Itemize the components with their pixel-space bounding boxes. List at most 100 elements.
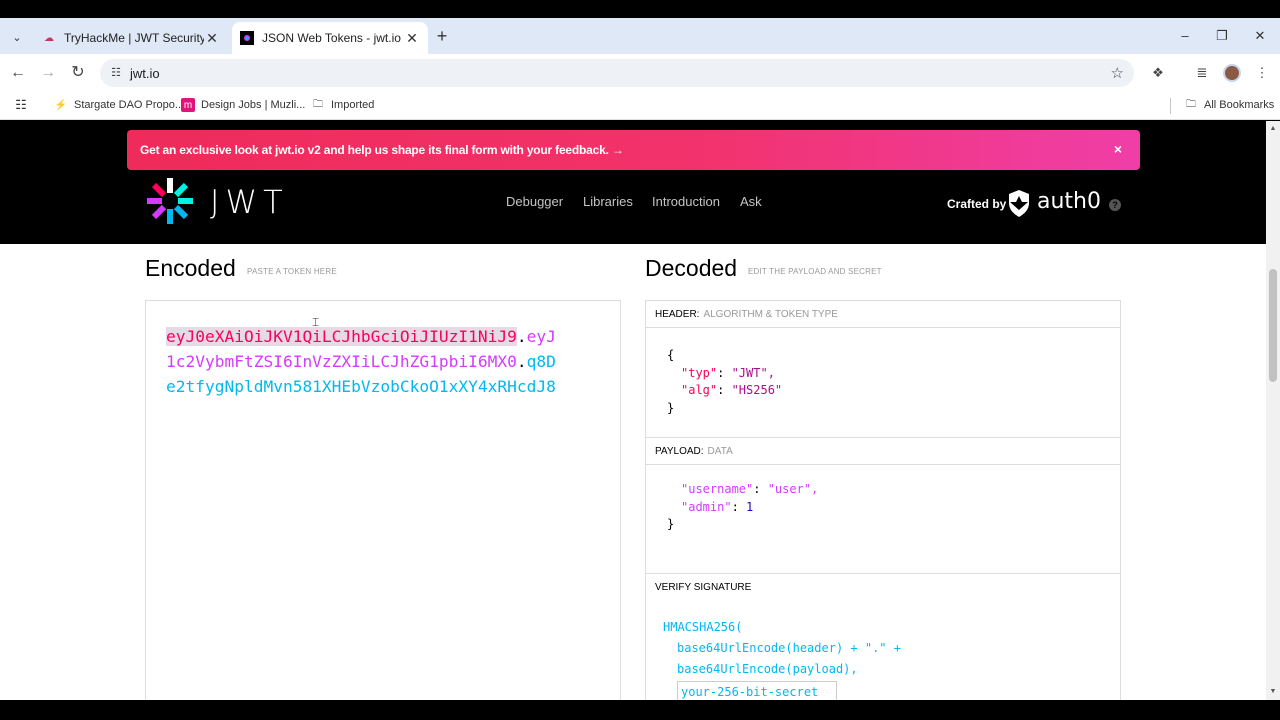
nav-ask[interactable]: Ask: [740, 194, 762, 209]
tab-title: JSON Web Tokens - jwt.io: [262, 31, 401, 45]
cloud-icon: ☁: [44, 32, 54, 44]
bookmarks-bar: ☷ ⚡ Stargate DAO Propo... m Design Jobs …: [0, 92, 1280, 120]
bookmark-item[interactable]: 🗀 Imported: [311, 98, 374, 112]
tab-tryhackme[interactable]: ☁ TryHackMe | JWT Security ✕: [34, 22, 228, 54]
decoded-title: Decoded: [645, 255, 738, 281]
json-brace: }: [667, 400, 675, 415]
tab-title: TryHackMe | JWT Security: [64, 31, 204, 45]
muzli-icon: m: [181, 98, 195, 112]
json-value: "user",: [767, 482, 819, 496]
bookmark-star-icon[interactable]: ☆: [1111, 64, 1124, 82]
reload-icon[interactable]: ↻: [68, 63, 88, 83]
json-line: "alg": "HS256": [681, 383, 783, 397]
json-line: "typ": "JWT",: [681, 365, 775, 380]
site-header: Get an exclusive look at jwt.io v2 and h…: [0, 121, 1266, 244]
bookmark-item[interactable]: m Design Jobs | Muzli...: [181, 98, 305, 112]
tab-strip: ⌄ ☁ TryHackMe | JWT Security ✕ JSON Web …: [0, 18, 1280, 54]
new-tab-icon[interactable]: +: [432, 26, 452, 46]
logo-wordmark[interactable]: JWT: [210, 183, 289, 221]
lightning-icon: ⚡: [54, 99, 68, 111]
json-value: 1: [746, 499, 754, 514]
decoded-hint: EDIT THE PAYLOAD AND SECRET: [748, 267, 882, 276]
token-dot: .: [516, 327, 527, 346]
feedback-banner[interactable]: Get an exclusive look at jwt.io v2 and h…: [127, 130, 1140, 170]
json-value: "JWT",: [731, 365, 775, 380]
json-brace: {: [667, 348, 675, 362]
auth0-shield-icon[interactable]: [1008, 190, 1030, 217]
tab-jwt-io[interactable]: JSON Web Tokens - jwt.io ✕: [232, 22, 428, 54]
payload-label: PAYLOAD:: [655, 446, 704, 457]
json-key: "typ": [681, 365, 718, 380]
header-json-editor[interactable]: { "typ": "JWT", "alg": "HS256" }: [667, 347, 782, 417]
auth0-wordmark[interactable]: auth0: [1037, 189, 1101, 214]
folder-icon: 🗀: [313, 98, 323, 110]
bookmark-label: Design Jobs | Muzli...: [201, 99, 306, 111]
json-key: "admin": [681, 499, 732, 514]
menu-icon[interactable]: ⋮: [1253, 64, 1271, 82]
all-bookmarks[interactable]: 🗀 All Bookmarks: [1184, 98, 1274, 112]
extensions-icon[interactable]: ❖: [1149, 64, 1167, 82]
help-icon[interactable]: ?: [1109, 199, 1121, 211]
avatar[interactable]: [1223, 64, 1241, 82]
bookmark-item[interactable]: ⚡ Stargate DAO Propo...: [54, 98, 184, 112]
nav-libraries[interactable]: Libraries: [583, 194, 633, 209]
secret-input[interactable]: your-256-bit-secret: [677, 681, 837, 700]
token-text[interactable]: eyJ0eXAiOiJKV1QiLCJhbGciOiJIUzI1NiJ9.eyJ…: [166, 324, 561, 399]
url-text: jwt.io: [130, 66, 160, 81]
page-content: Get an exclusive look at jwt.io v2 and h…: [0, 121, 1266, 700]
hmac-line-payload: base64UrlEncode(payload),: [677, 662, 858, 676]
window-close-icon[interactable]: ✕: [1250, 26, 1270, 46]
payload-json-editor[interactable]: "username": "user", "admin": 1 }: [667, 481, 818, 534]
bookmark-label: Stargate DAO Propo...: [74, 99, 185, 111]
hmac-func: HMACSHA256(: [663, 620, 743, 634]
browser-window: ⌄ ☁ TryHackMe | JWT Security ✕ JSON Web …: [0, 0, 1280, 720]
address-bar[interactable]: ☷ jwt.io ☆: [100, 59, 1134, 87]
close-icon[interactable]: ✕: [204, 30, 220, 47]
banner-text[interactable]: Get an exclusive look at jwt.io v2 and h…: [140, 143, 624, 157]
back-icon[interactable]: ←: [8, 63, 28, 83]
json-key: "alg": [681, 383, 718, 397]
json-value: "HS256": [731, 383, 783, 397]
browser-toolbar: ← → ↻ ☷ jwt.io ☆ ❖ ≣ ⋮: [0, 54, 1280, 92]
header-sublabel: ALGORITHM & TOKEN TYPE: [703, 309, 838, 320]
scroll-down-icon[interactable]: ▼: [1269, 688, 1277, 696]
header-section-label: HEADER: ALGORITHM & TOKEN TYPE: [646, 301, 1120, 328]
page-scrollbar[interactable]: ▲ ▼: [1266, 121, 1280, 700]
encoded-hint: PASTE A TOKEN HERE: [247, 267, 337, 276]
site-settings-icon[interactable]: ☷: [108, 65, 124, 81]
text-cursor-icon: ⌶: [312, 315, 320, 329]
bookmark-label: All Bookmarks: [1204, 99, 1275, 111]
token-dot: .: [516, 352, 527, 371]
payload-section-label: PAYLOAD: DATA: [646, 438, 1120, 465]
encoded-token-editor[interactable]: eyJ0eXAiOiJKV1QiLCJhbGciOiJIUzI1NiJ9.eyJ…: [145, 300, 621, 700]
json-brace: }: [667, 517, 675, 531]
nav-introduction[interactable]: Introduction: [652, 194, 720, 209]
json-line: "username": "user",: [681, 482, 819, 496]
json-key: "username": [681, 482, 754, 496]
decoded-panel: HEADER: ALGORITHM & TOKEN TYPE { "typ": "…: [645, 300, 1121, 700]
tab-search-icon[interactable]: ⌄: [7, 27, 27, 47]
crafted-by-label: Crafted by: [947, 197, 1007, 211]
hmac-line-header: base64UrlEncode(header) + "." +: [677, 641, 901, 655]
apps-icon[interactable]: ☷: [14, 97, 34, 112]
nav-debugger[interactable]: Debugger: [506, 194, 563, 209]
token-header-part[interactable]: eyJ0eXAiOiJKV1QiLCJhbGciOiJIUzI1NiJ9: [166, 327, 517, 346]
scroll-up-icon[interactable]: ▲: [1269, 125, 1277, 133]
encoded-title: Encoded: [145, 255, 236, 281]
jwt-logo-icon[interactable]: [145, 176, 195, 226]
verify-label: VERIFY SIGNATURE: [655, 582, 752, 593]
verify-section-label: VERIFY SIGNATURE: [646, 574, 1120, 601]
folder-icon: 🗀: [1186, 98, 1196, 110]
minimize-icon[interactable]: –: [1175, 26, 1195, 46]
divider: [1170, 98, 1171, 114]
payload-sublabel: DATA: [707, 446, 733, 457]
close-icon[interactable]: ×: [1114, 141, 1122, 157]
media-icon[interactable]: ≣: [1193, 64, 1211, 82]
close-icon[interactable]: ✕: [404, 30, 420, 47]
header-label: HEADER:: [655, 309, 700, 320]
forward-icon[interactable]: →: [38, 63, 58, 83]
bookmark-label: Imported: [331, 99, 375, 111]
json-line: "admin": 1: [681, 499, 754, 514]
scroll-thumb[interactable]: [1269, 269, 1277, 382]
restore-icon[interactable]: ❐: [1212, 26, 1232, 46]
